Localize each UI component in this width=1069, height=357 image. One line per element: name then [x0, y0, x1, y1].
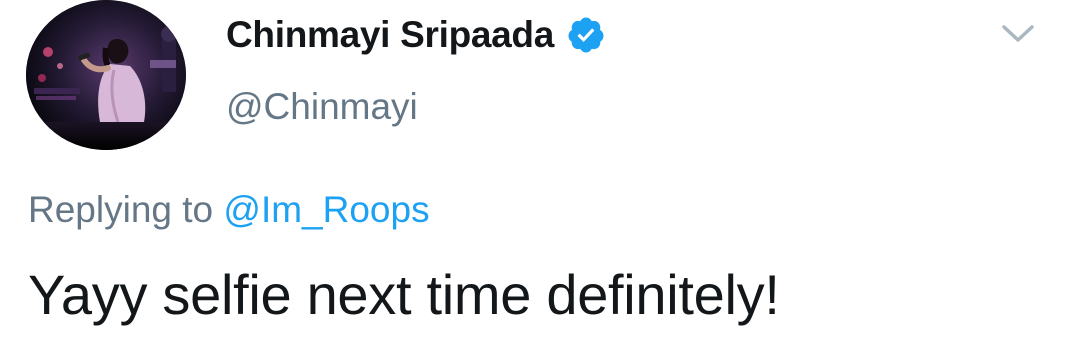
- author-name-row[interactable]: Chinmayi Sripaada: [226, 6, 606, 64]
- tweet[interactable]: Chinmayi Sripaada @Chinmayi Replying to …: [0, 0, 1069, 357]
- chevron-down-icon[interactable]: [998, 20, 1038, 48]
- tweet-text: Yayy selfie next time definitely!: [28, 263, 780, 326]
- replying-to-label: Replying to: [28, 189, 214, 230]
- replying-to-line: Replying to @Im_Roops: [28, 189, 430, 231]
- reply-mention-link[interactable]: @Im_Roops: [223, 189, 429, 230]
- display-name[interactable]: Chinmayi Sripaada: [226, 14, 554, 56]
- avatar[interactable]: [26, 0, 186, 150]
- author-handle[interactable]: @Chinmayi: [226, 86, 418, 128]
- verified-badge-icon: [566, 15, 606, 55]
- avatar-photo: [26, 0, 186, 150]
